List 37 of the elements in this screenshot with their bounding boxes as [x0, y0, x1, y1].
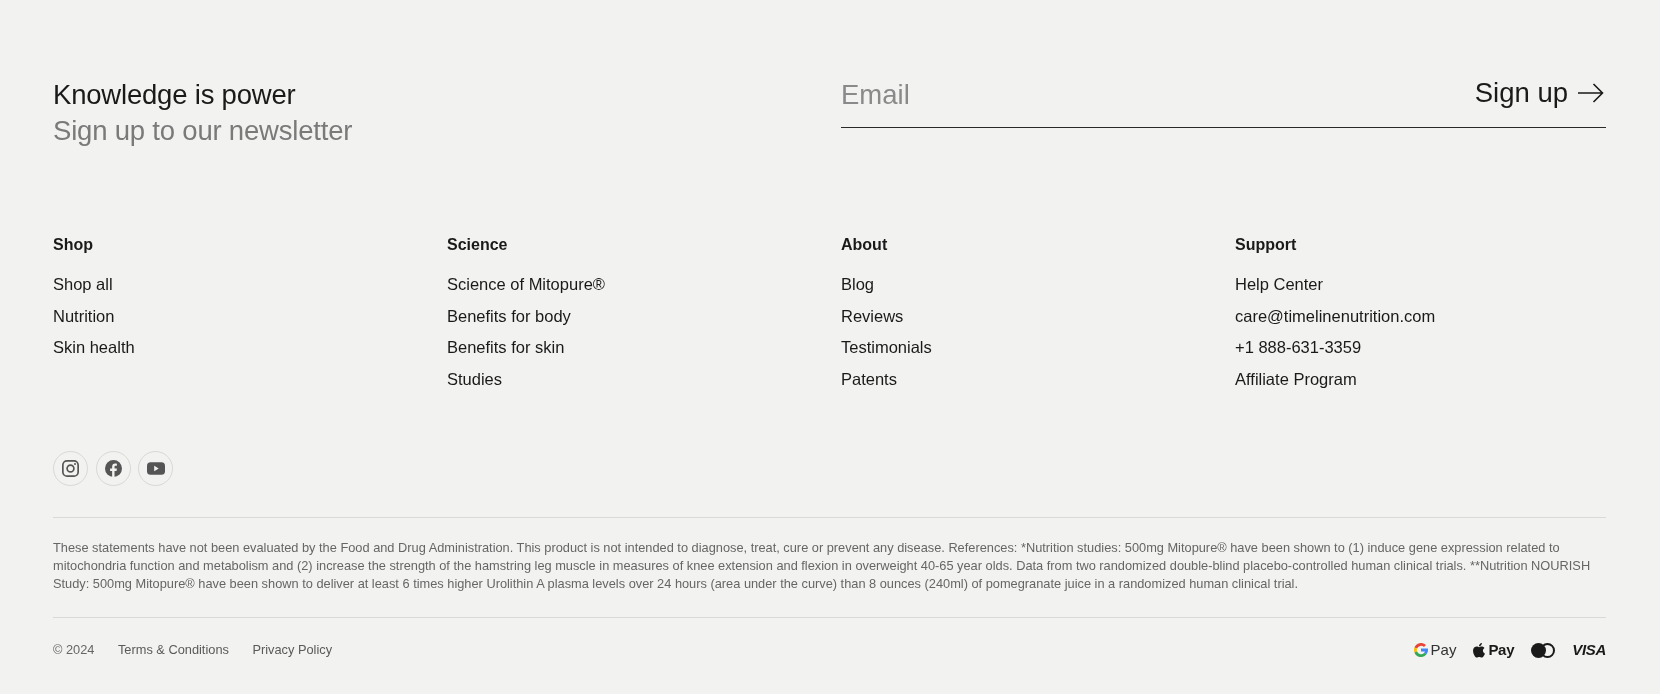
- footer-link[interactable]: Nutrition: [53, 305, 115, 326]
- disclaimer-text: These statements have not been evaluated by the Food and Drug Administration. This product is not intended to diagnose, treat, cure or prevent any disease. References: *Nutrition studies: 500mg Mitopure® have been shown to (1) induce gene expression related to mitochondria function and metabolism and (2) increase the strength of the hamstring leg muscle in measures of knee extension and flexion in overweight 40-65 year olds. Data from two randomized double-blind placebo-controlled human clinical trials. **Nutrition NOURISH Study: 500mg Mitopure® have been shown to deliver at least 6 times higher Urolithin A plasma levels over 24 hours (area under the curve) than 8 ounces (240ml) of pomegranate juice in a randomized human clinical trial.: [53, 539, 1592, 594]
- footer-link[interactable]: Benefits for body: [447, 305, 571, 326]
- newsletter-subtitle: Sign up to our newsletter: [53, 114, 354, 148]
- footer-link[interactable]: Benefits for skin: [447, 337, 565, 358]
- column-heading: Shop: [53, 235, 94, 255]
- arrow-right-icon: [1578, 83, 1604, 103]
- google-g-icon: [1413, 643, 1428, 658]
- footer-link[interactable]: Affiliate Program: [1235, 369, 1357, 390]
- mastercard-icon: [1531, 642, 1556, 658]
- footer-link[interactable]: Blog: [841, 274, 875, 294]
- visa-wordmark: VISA: [1572, 641, 1606, 660]
- legal-link[interactable]: Privacy Policy: [252, 640, 333, 661]
- footer-link[interactable]: Patents: [841, 369, 897, 390]
- footer-link[interactable]: Science of Mitopure®: [447, 274, 605, 294]
- youtube-icon: [146, 462, 165, 476]
- legal-link[interactable]: Terms & Conditions: [117, 640, 229, 661]
- footer-link[interactable]: Testimonials: [841, 337, 932, 358]
- payment-label: Pay: [1488, 641, 1515, 660]
- newsletter-title: Knowledge is power: [53, 78, 297, 112]
- email-field[interactable]: Email: [841, 72, 1475, 128]
- sign-up-button[interactable]: Sign up: [1474, 72, 1606, 128]
- column-heading: About: [841, 235, 889, 255]
- copyright-text: © 2024: [53, 641, 95, 660]
- footer-link[interactable]: care@timelinenutrition.com: [1235, 305, 1436, 326]
- footer-link[interactable]: +1 888-631-3359: [1235, 337, 1362, 358]
- footer-link[interactable]: Reviews: [841, 305, 904, 326]
- facebook-icon: [104, 460, 122, 478]
- column-heading: Science: [447, 235, 509, 255]
- payment-label: Pay: [1430, 641, 1457, 660]
- footer-link[interactable]: Shop all: [53, 274, 113, 294]
- footer-link[interactable]: Studies: [447, 369, 503, 390]
- footer-link[interactable]: Skin health: [53, 337, 135, 358]
- instagram-icon: [62, 460, 79, 478]
- footer-link[interactable]: Help Center: [1235, 274, 1324, 294]
- column-heading: Support: [1235, 235, 1298, 255]
- apple-icon: [1473, 642, 1486, 658]
